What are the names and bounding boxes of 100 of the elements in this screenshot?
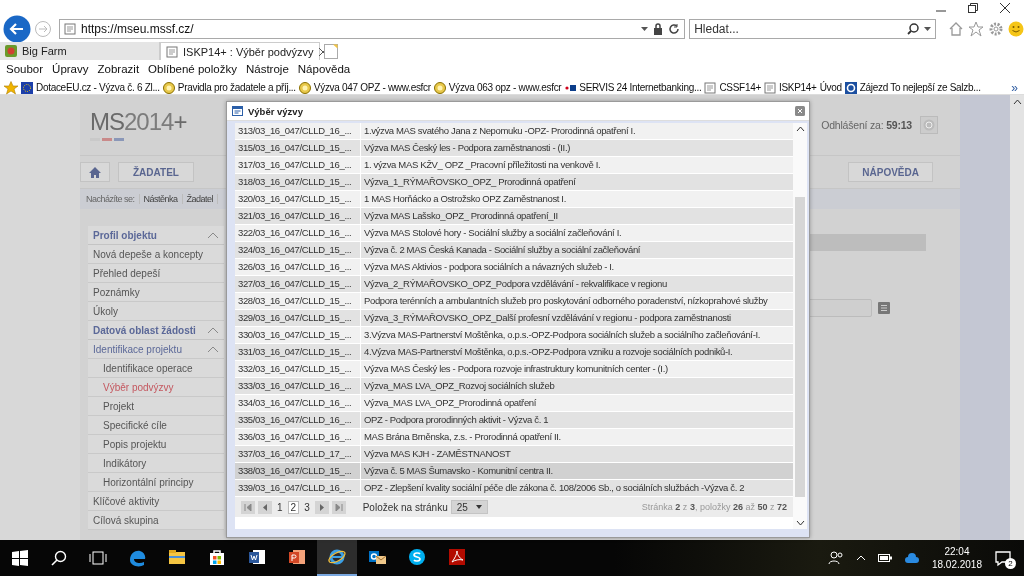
table-cell: 331/03_16_047/CLLD_15_... <box>235 344 361 360</box>
table-cell: 322/03_16_047/CLLD_16_... <box>235 225 361 241</box>
menu-item[interactable]: Úpravy <box>52 63 89 75</box>
favorite-link[interactable]: Výzva 063 opz - www.esfcr <box>433 81 562 94</box>
table-cell-text: Výzva_MAS LVA_OPZ_Rozvoj sociálních služeb <box>363 379 556 393</box>
table-cell: 332/03_16_047/CLLD_15_... <box>235 361 361 377</box>
breadcrumb-link[interactable]: Nástěnka <box>139 194 183 204</box>
table-cell: 321/03_16_047/CLLD_16_... <box>235 208 361 224</box>
sidebar-item[interactable]: Nová depeše a koncepty <box>88 245 224 264</box>
pagination-summary: Stránka 2 z 3, položky 26 až 50 z 72 <box>641 502 787 512</box>
role-button[interactable]: ŽADATEL <box>118 162 194 182</box>
table-cell-text: Výzva MAS Český les - Podpora zaměstnanosti - (II.) <box>363 141 571 155</box>
table-row[interactable]: 317/03_16_047/CLLD_16_... 1. výzva MAS KŽV_ OPZ _Pracovní příležitosti na venkově I. <box>235 157 793 174</box>
table-row[interactable]: 318/03_16_047/CLLD_15_... Výzva_1_RÝMAŘOVSKO_OPZ_ Prorodinná opatření <box>235 174 793 191</box>
table-row[interactable]: 313/03_16_047/CLLD_16_... 1.výzva MAS svatého Jana z Nepomuku -OPZ- Prorodinná opatření I. <box>235 123 793 140</box>
table-cell: 324/03_16_047/CLLD_15_... <box>235 242 361 258</box>
favorite-link[interactable]: Pravidla pro žadatele a příj... <box>162 81 296 94</box>
table-row[interactable]: 333/03_16_047/CLLD_16_... Výzva_MAS LVA_OPZ_Rozvoj sociálních služeb <box>235 378 793 395</box>
table-row[interactable]: 322/03_16_047/CLLD_16_... Výzva MAS Stolové hory - Sociální služby a sociální začleňování I. <box>235 225 793 242</box>
logout-timer: Odhlášení za: 59:13 <box>821 119 912 131</box>
table-cell: 336/03_16_047/CLLD_16_... <box>235 429 361 445</box>
table-cell: 334/03_16_047/CLLD_16_... <box>235 395 361 411</box>
logo: MS2014+ <box>90 109 187 134</box>
sidebar-section[interactable]: Datová oblast žádosti <box>88 321 224 340</box>
table-cell-text: 1.výzva MAS svatého Jana z Nepomuku -OPZ- Prorodinná opatření I. <box>363 124 637 138</box>
table-cell-text: OPZ - Zlepšení kvality sociální péče dle zákona č. 108/2006 Sb., o sociálních službách -Výzva č. 2 <box>363 481 746 495</box>
page-link[interactable]: 3 <box>302 501 312 513</box>
table-cell-text: 1. výzva MAS KŽV_ OPZ _Pracovní příležitosti na venkově I. <box>363 158 602 172</box>
favorite-link[interactable]: ISKP14+ <box>763 81 817 94</box>
table-row[interactable]: 320/03_16_047/CLLD_15_... 1 MAS Horňácko a Ostrožsko OPZ Zaměstnanost I. <box>235 191 793 208</box>
table-row[interactable]: 334/03_16_047/CLLD_16_... Výzva_MAS LVA_OPZ_Prorodinná opatření <box>235 395 793 412</box>
table-cell: 327/03_16_047/CLLD_15_... <box>235 276 361 292</box>
table-cell-text: Výzva_1_RÝMAŘOVSKO_OPZ_ Prorodinná opatření <box>363 175 577 189</box>
favorite-link[interactable]: Zájezd To nejlepší ze Salzb... <box>844 81 981 94</box>
table-row[interactable]: 327/03_16_047/CLLD_15_... Výzva_2_RÝMAŘOVSKO_OPZ_Podpora vzdělávání - rekvalifikace v regionu <box>235 276 793 293</box>
table-row[interactable]: 315/03_16_047/CLLD_15_... Výzva MAS Český les - Podpora zaměstnanosti - (II.) <box>235 140 793 157</box>
favorite-link[interactable]: DotaceEU.cz - Výzva č. 6 Zl... <box>21 81 160 94</box>
table-row[interactable]: 324/03_16_047/CLLD_15_... Výzva č. 2 MAS Česká Kanada - Sociální služby a sociální začleňování <box>235 242 793 259</box>
sidebar-item[interactable]: Poznámky <box>88 283 224 302</box>
table-row[interactable]: 328/03_16_047/CLLD_15_... Podpora terénních a ambulantních služeb pro poskytování odborného poradenství, nízkoprahové služby <box>235 293 793 310</box>
menu-item[interactable]: Soubor <box>6 63 44 75</box>
notifications-button[interactable]: 2 <box>994 547 1016 569</box>
sidebar-item[interactable]: Cílová skupina <box>88 511 224 530</box>
breadcrumb-label: Nacházíte se: <box>82 194 140 204</box>
table-row[interactable]: 326/03_16_047/CLLD_16_... Výzva MAS Aktivios - podpora sociálních a návazných služeb - I. <box>235 259 793 276</box>
table-row[interactable]: 330/03_16_047/CLLD_15_... 3.Výzva MAS-Partnerství Moštěnka, o.p.s.-OPZ-Podpora sociálních služeb a sociálního začleňování-I. <box>235 327 793 344</box>
table-cell-text: Výzva MAS Aktivios - podpora sociálních a návazných služeb - I. <box>363 260 615 274</box>
table-cell-text: Výzva č. 2 MAS Česká Kanada - Sociální služby a sociální začleňování <box>363 243 642 257</box>
sidebar-item[interactable]: Horizontální principy <box>88 473 224 492</box>
table-row[interactable]: 336/03_16_047/CLLD_16_... MAS Brána Brněnska, z.s. - Prorodinná opatření II. <box>235 429 793 446</box>
table-cell: 337/03_16_047/CLLD_17_... <box>235 446 361 462</box>
sidebar-item[interactable]: Projekt <box>88 397 224 416</box>
breadcrumb-link[interactable]: Žadatel <box>182 194 219 204</box>
favorite-link[interactable]: SERVIS 24 Internetbanking... <box>564 81 702 94</box>
menu-item[interactable]: Zobrazit <box>97 63 140 75</box>
menu-item[interactable]: Nástroje <box>245 63 289 75</box>
sidebar-item[interactable]: Popis projektu <box>88 435 224 454</box>
sidebar-item[interactable]: Identifikace operace <box>88 359 224 378</box>
table-row[interactable]: 329/03_16_047/CLLD_15_... Výzva_3_RÝMAŘOVSKO_OPZ_Další profesní vzdělávání v regionu - podpora zaměstnanosti <box>235 310 793 327</box>
sidebar-section[interactable]: Profil objektu <box>88 226 224 245</box>
table-cell-text: MAS Brána Brněnska, z.s. - Prorodinná opatření II. <box>363 430 562 444</box>
table-cell: 317/03_16_047/CLLD_16_... <box>235 157 361 173</box>
table-cell-text: Výzva č. 5 MAS Šumavsko - Komunitní centra II. <box>363 464 554 478</box>
page-size-dropdown[interactable]: 25 <box>450 500 488 514</box>
table-cell: 326/03_16_047/CLLD_16_... <box>235 259 361 275</box>
table-row[interactable]: 339/03_16_047/CLLD_16_... OPZ - Zlepšení kvality sociální péče dle zákona č. 108/2006 Sb., o sociálních službách -Výzva č. 2 <box>235 480 793 497</box>
table-cell-text: Výzva MAS KJH - ZAMĚSTNANOST <box>363 447 512 461</box>
menu-item[interactable]: Oblíbené položky <box>148 63 237 75</box>
clock[interactable]: 22:04 18.02.2018 <box>931 545 982 571</box>
table-cell: 338/03_16_047/CLLD_15_... <box>235 463 361 479</box>
table-row[interactable]: 331/03_16_047/CLLD_15_... 4.Výzva MAS-Partnerství Moštěnka, o.p.s.-OPZ-Podpora vzniku a rozvoje sociálních podniků-I. <box>235 344 793 361</box>
table-row[interactable]: 321/03_16_047/CLLD_16_... Výzva MAS Lašsko_OPZ_ Prorodinná opatření_II <box>235 208 793 225</box>
menu-item[interactable]: Nápověda <box>297 63 351 75</box>
table-cell-text: OPZ - Podpora prorodinných aktivit - Výzva č. 1 <box>363 413 550 427</box>
table-cell: 335/03_16_047/CLLD_16_... <box>235 412 361 428</box>
table-row[interactable]: 338/03_16_047/CLLD_15_... Výzva č. 5 MAS Šumavsko - Komunitní centra II. <box>235 463 793 480</box>
search-field[interactable]: Hledat... <box>689 19 937 39</box>
page-link[interactable]: 1 <box>275 501 285 513</box>
table-cell-text: Výzva_MAS LVA_OPZ_Prorodinná opatření <box>363 396 538 410</box>
favorite-link[interactable]: Úvod <box>819 82 842 93</box>
address-field[interactable]: https://mseu.mssf.cz/ <box>59 19 686 39</box>
table-row[interactable]: 332/03_16_047/CLLD_15_... Výzva MAS Český les - Podpora rozvoje infrastruktury komunitních center - (I.) <box>235 361 793 378</box>
sidebar-item[interactable]: Přehled depeší <box>88 264 224 283</box>
table-cell-text: Podpora terénních a ambulantních služeb pro poskytování odborného poradenství, nízkoprahové služby <box>363 294 769 308</box>
browser-tab[interactable]: Big Farm <box>0 42 160 60</box>
sidebar-item[interactable]: Identifikace projektu <box>88 340 224 359</box>
sidebar-item[interactable]: Specifické cíle <box>88 416 224 435</box>
favorite-link[interactable]: Výzva 047 OPZ - www.esfcr <box>298 81 431 94</box>
page-link[interactable]: 2 <box>287 500 300 514</box>
table-cell: 329/03_16_047/CLLD_15_... <box>235 310 361 326</box>
page-size-label: Položek na stránku <box>362 501 448 513</box>
table-row[interactable]: 337/03_16_047/CLLD_17_... Výzva MAS KJH - ZAMĚSTNANOST <box>235 446 793 463</box>
more-favorites[interactable]: » <box>1011 80 1018 95</box>
sidebar-item[interactable]: Úkoly <box>88 302 224 321</box>
sidebar-item[interactable]: Klíčové aktivity <box>88 492 224 511</box>
help-button[interactable]: NÁPOVĚDA <box>848 162 933 182</box>
sidebar-item[interactable]: Indikátory <box>88 454 224 473</box>
favorite-link[interactable]: CSSF14+ <box>704 81 761 94</box>
table-row[interactable]: 335/03_16_047/CLLD_16_... OPZ - Podpora prorodinných aktivit - Výzva č. 1 <box>235 412 793 429</box>
table-cell: 328/03_16_047/CLLD_15_... <box>235 293 361 309</box>
